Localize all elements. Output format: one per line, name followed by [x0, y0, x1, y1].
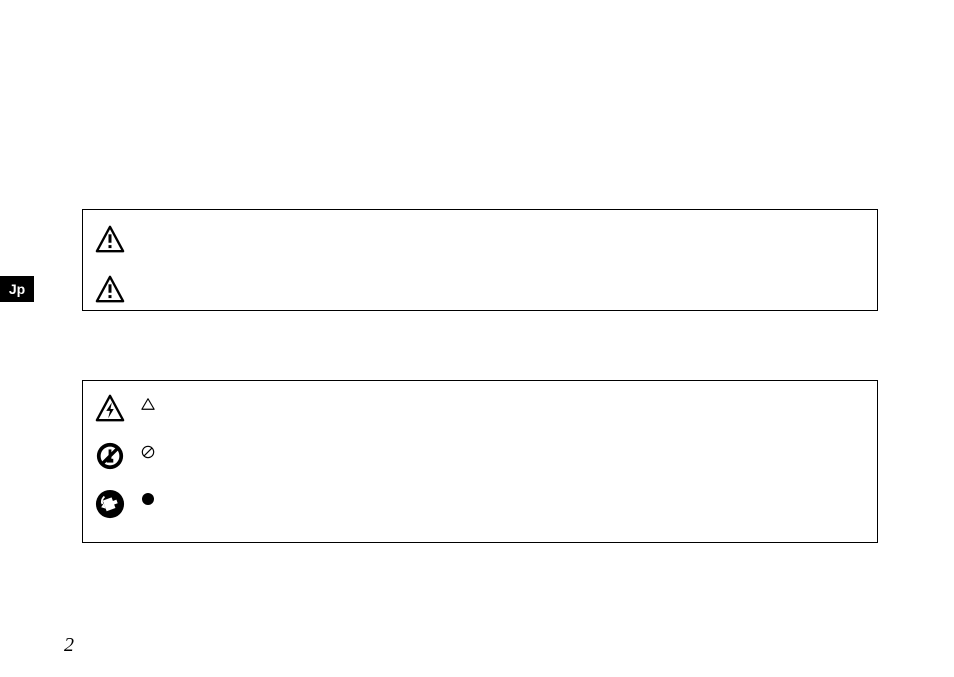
notice-box-1	[82, 209, 878, 311]
warning-lightning-icon	[95, 393, 125, 423]
language-tab: Jp	[0, 276, 34, 302]
notice-box-2	[82, 380, 878, 543]
manual-page: Jp	[0, 0, 954, 677]
prohibited-disassemble-icon	[95, 441, 125, 471]
circle-slash-icon	[141, 445, 155, 459]
triangle-outline-icon	[141, 397, 155, 411]
mandatory-unplug-icon	[95, 489, 125, 519]
large-icon-column	[95, 393, 125, 519]
page-number: 2	[64, 634, 74, 657]
warning-exclamation-icon	[95, 224, 125, 254]
filled-dot-icon	[142, 493, 154, 505]
language-label: Jp	[9, 281, 25, 297]
icon-column	[95, 224, 125, 304]
warning-exclamation-icon	[95, 274, 125, 304]
small-icon-column	[141, 397, 155, 505]
